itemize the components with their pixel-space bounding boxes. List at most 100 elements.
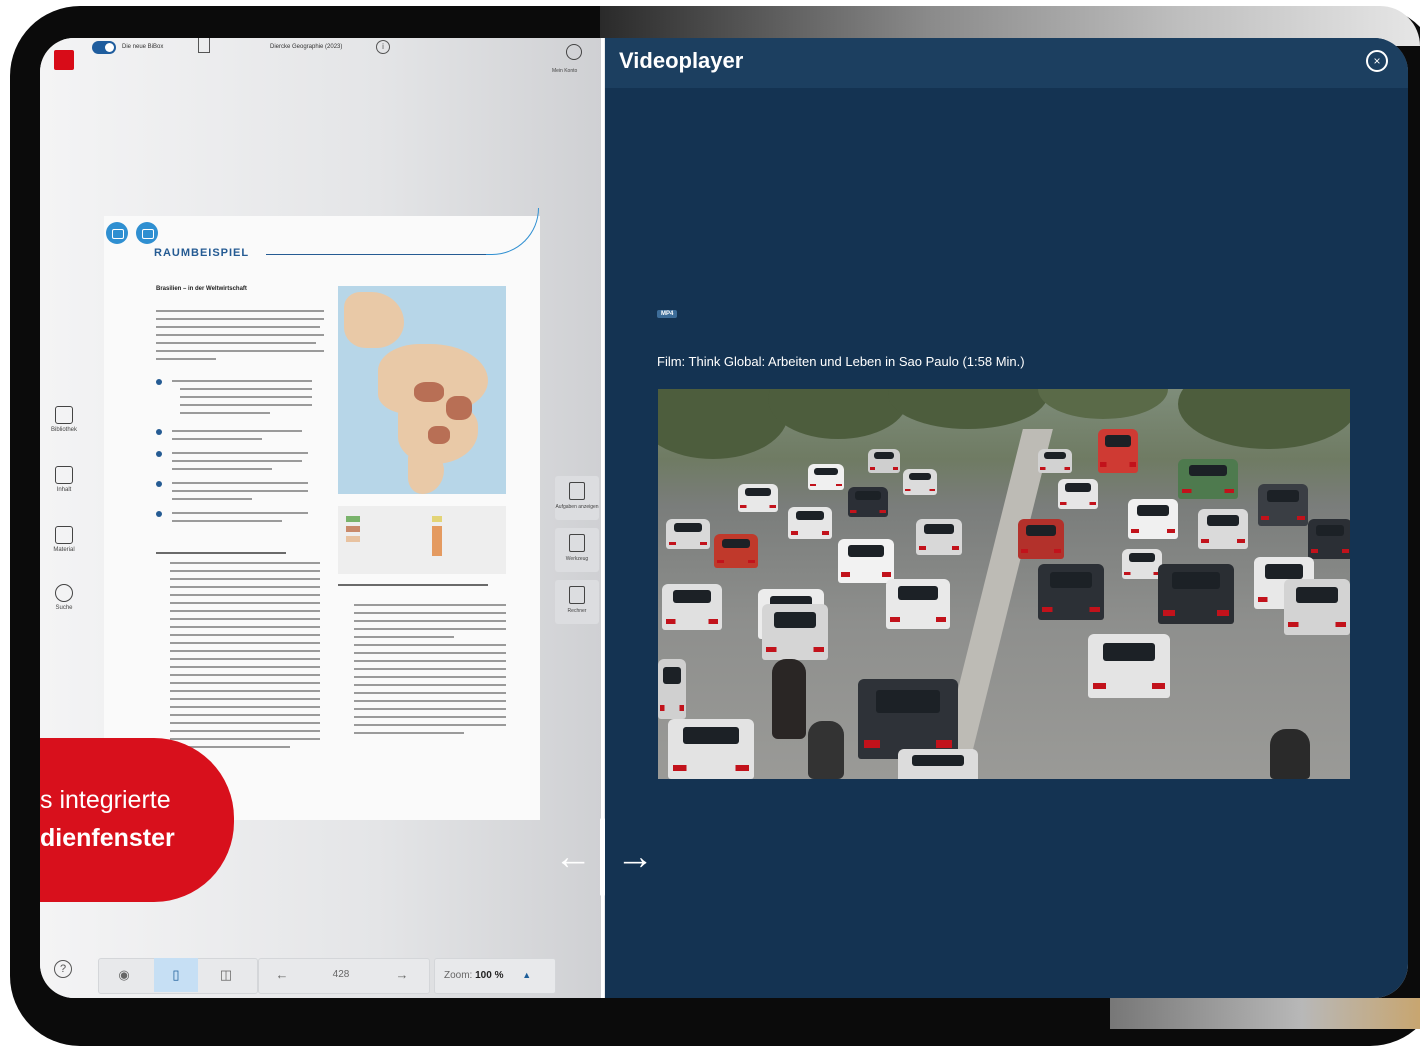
arrow-right-icon[interactable]: →	[616, 836, 654, 879]
videoplayer-title: Videoplayer	[619, 48, 744, 73]
bookmark-icon[interactable]	[198, 38, 210, 53]
videoplayer-panel: Videoplayer × MP4 Film: Think Global: Ar…	[605, 38, 1408, 998]
text-line	[170, 706, 320, 708]
video-truck	[1178, 459, 1238, 499]
account-label[interactable]: Mein Konto	[552, 68, 577, 74]
section-heading: RAUMBEISPIEL	[154, 247, 250, 259]
section-rule	[266, 254, 486, 255]
video-car	[1098, 429, 1138, 473]
video-car	[788, 507, 832, 539]
text-line	[170, 650, 320, 652]
eye-icon[interactable]: ◉	[102, 958, 146, 992]
text-line	[170, 610, 320, 612]
video-car	[658, 659, 686, 719]
double-page-button[interactable]: ◫	[204, 958, 248, 992]
zoom-control[interactable]: Zoom: 100 % ▲	[436, 958, 554, 992]
tools-button[interactable]: Werkzeug	[555, 528, 599, 572]
video-car	[666, 519, 710, 549]
task-bullet	[156, 379, 162, 385]
text-line	[180, 388, 312, 390]
video-car	[714, 534, 758, 568]
text-line	[354, 676, 506, 678]
video-car	[662, 584, 722, 630]
sidebar-item-contents[interactable]: Inhalt	[42, 466, 86, 493]
search-icon	[55, 584, 73, 602]
video-car	[1198, 509, 1248, 549]
video-car	[1258, 484, 1308, 526]
video-tree	[1178, 389, 1350, 449]
text-line	[170, 626, 320, 628]
close-icon[interactable]: ×	[1366, 50, 1388, 72]
tool-label: Werkzeug	[565, 556, 589, 562]
sidebar-item-search[interactable]: Suche	[42, 584, 86, 611]
text-line	[354, 660, 506, 662]
page-number-input[interactable]: 428	[318, 958, 364, 992]
tool-label: Rechner	[567, 608, 587, 614]
text-line	[170, 602, 320, 604]
video-car	[762, 604, 828, 660]
feature-callout	[40, 738, 234, 902]
page-media-icon[interactable]	[136, 222, 158, 244]
text-line	[172, 520, 282, 522]
legend-swatch	[432, 526, 442, 556]
text-line	[354, 604, 506, 606]
video-car	[1128, 499, 1178, 539]
library-icon	[55, 406, 73, 424]
new-bibox-toggle[interactable]	[92, 41, 116, 54]
text-line	[172, 468, 272, 470]
video-car	[1038, 564, 1104, 620]
tasks-button[interactable]: Aufgaben anzeigen	[555, 476, 599, 520]
video-car	[668, 719, 754, 779]
calculator-icon	[569, 586, 585, 604]
map-legend	[338, 506, 506, 574]
arrow-left-icon[interactable]: ←	[554, 836, 592, 879]
text-line	[172, 452, 308, 454]
video-tree	[768, 389, 908, 439]
info-icon[interactable]: i	[376, 40, 390, 54]
toggle-label: Die neue BiBox	[122, 44, 164, 50]
text-line	[170, 586, 320, 588]
next-page-button[interactable]: →	[380, 958, 424, 992]
resize-handle[interactable]	[600, 818, 605, 896]
sidebar-item-library[interactable]: Bibliothek	[42, 406, 86, 433]
sidebar-item-label: Material	[53, 547, 75, 553]
sidebar-item-label: Bibliothek	[50, 427, 77, 433]
text-line	[354, 628, 506, 630]
account-icon[interactable]	[566, 44, 582, 60]
page-media-icon[interactable]	[106, 222, 128, 244]
video-car	[1018, 519, 1064, 559]
text-line	[170, 738, 320, 740]
single-page-button[interactable]: ▯	[154, 958, 198, 992]
text-line	[354, 684, 506, 686]
video-car	[838, 539, 894, 583]
text-line	[180, 412, 270, 414]
text-line	[170, 730, 320, 732]
text-line	[170, 714, 320, 716]
video-frame[interactable]	[658, 389, 1350, 779]
text-line	[172, 490, 308, 492]
zoom-label: Zoom:	[444, 970, 473, 981]
video-car	[1038, 449, 1072, 473]
sidebar-item-material[interactable]: Material	[42, 526, 86, 553]
text-line	[354, 732, 464, 734]
zoom-caret-icon[interactable]: ▲	[522, 970, 531, 980]
legend-swatch	[432, 516, 442, 522]
text-line	[170, 690, 320, 692]
help-icon[interactable]: ?	[54, 960, 72, 978]
video-car	[1284, 579, 1350, 635]
map-region	[428, 426, 450, 444]
video-car	[1088, 634, 1170, 698]
video-car	[903, 469, 937, 495]
text-line	[170, 698, 320, 700]
video-car	[1308, 519, 1350, 559]
task-bullet	[156, 429, 162, 435]
calculator-button[interactable]: Rechner	[555, 580, 599, 624]
map-land	[344, 292, 404, 348]
text-line	[170, 642, 320, 644]
video-car	[916, 519, 962, 555]
south-america-map[interactable]	[338, 286, 506, 494]
video-tree	[1038, 389, 1168, 419]
prev-page-button[interactable]: ←	[260, 958, 304, 992]
text-line	[156, 310, 324, 312]
callout-line-2: dienfenster	[40, 824, 175, 852]
